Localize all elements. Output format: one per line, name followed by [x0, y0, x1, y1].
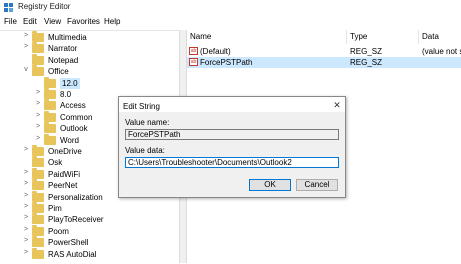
- value-data-field[interactable]: [125, 157, 339, 168]
- registry-editor-icon: [4, 3, 13, 12]
- folder-icon: [32, 65, 44, 77]
- chevron-right-icon[interactable]: >: [22, 226, 30, 233]
- folder-icon: [32, 145, 44, 156]
- cancel-button[interactable]: Cancel: [296, 179, 338, 191]
- folder-icon: [32, 167, 44, 179]
- window-title: Registry Editor: [18, 2, 71, 11]
- tree-node-label: Osk: [48, 158, 63, 168]
- value-name: ForcePSTPath: [200, 58, 253, 67]
- folder-icon: [32, 236, 44, 248]
- chevron-right-icon[interactable]: >: [22, 249, 30, 256]
- tree-node-label: Word: [60, 135, 79, 145]
- menu-favorites[interactable]: Favorites: [67, 17, 100, 26]
- tree-node-label: 12.0: [60, 77, 80, 89]
- chevron-right-icon[interactable]: >: [34, 135, 42, 142]
- folder-icon: [44, 88, 56, 99]
- menu-view[interactable]: View: [44, 17, 61, 26]
- tree-node-label: Access: [60, 101, 86, 111]
- menu-bar: File Edit View Favorites Help: [0, 16, 461, 29]
- tree-node-label: PeerNet: [48, 181, 78, 191]
- tree-node-label: PlayToReceiver: [48, 215, 104, 225]
- chevron-right-icon[interactable]: >: [34, 89, 42, 96]
- tree-node-label: Multimedia: [48, 33, 87, 42]
- folder-icon: [32, 31, 44, 42]
- value-name-label: Value name:: [125, 118, 170, 127]
- tree-node-label: Common: [60, 112, 93, 122]
- tree-node-label: RAS AutoDial: [48, 249, 97, 259]
- title-bar: Registry Editor: [0, 0, 461, 15]
- edit-string-dialog: Edit String ✕ Value name: Value data: OK…: [118, 96, 346, 198]
- value-data-label: Value data:: [125, 146, 165, 155]
- menu-help[interactable]: Help: [104, 17, 120, 26]
- tree-node-label: 8.0: [60, 90, 72, 99]
- folder-icon: [32, 42, 44, 54]
- folder-icon: [32, 213, 44, 225]
- chevron-right-icon[interactable]: >: [22, 43, 30, 50]
- column-header-type[interactable]: Type: [347, 30, 419, 44]
- chevron-right-icon[interactable]: >: [22, 32, 30, 39]
- folder-icon: [32, 202, 44, 213]
- tree-node-label: Poom: [48, 226, 69, 236]
- value-data: (value not set): [422, 47, 461, 56]
- menu-edit[interactable]: Edit: [23, 17, 37, 26]
- folder-icon: [32, 247, 44, 259]
- chevron-right-icon[interactable]: >: [34, 112, 42, 119]
- dialog-title: Edit String: [123, 102, 160, 111]
- tree-node-label: PowerShell: [48, 238, 89, 248]
- value-type: REG_SZ: [350, 47, 383, 56]
- menu-file[interactable]: File: [4, 17, 17, 26]
- chevron-down-icon[interactable]: v: [22, 66, 30, 73]
- folder-icon: [44, 133, 56, 145]
- chevron-right-icon[interactable]: >: [34, 123, 42, 130]
- chevron-right-icon[interactable]: >: [22, 237, 30, 244]
- close-icon[interactable]: ✕: [332, 100, 342, 110]
- ok-button[interactable]: OK: [249, 179, 291, 191]
- chevron-right-icon[interactable]: >: [22, 192, 30, 199]
- folder-icon: [32, 190, 44, 202]
- tree-node-label: Notepad: [48, 55, 79, 65]
- value-type: REG_SZ: [350, 58, 383, 67]
- value-name: (Default): [200, 47, 231, 56]
- value-name-field: [125, 129, 339, 140]
- folder-icon: [32, 53, 44, 65]
- tree-node-label: OneDrive: [48, 147, 82, 156]
- value-row-forcepstpath[interactable]: ab ForcePSTPath REG_SZ: [187, 57, 461, 68]
- folder-icon: [32, 156, 44, 168]
- folder-icon: [44, 122, 56, 134]
- chevron-right-icon[interactable]: >: [34, 100, 42, 107]
- string-value-icon: ab: [189, 47, 198, 55]
- tree-node-label: Pim: [48, 204, 62, 213]
- folder-icon: [44, 76, 56, 88]
- folder-icon: [44, 99, 56, 111]
- tree-node-label: Outlook: [60, 124, 88, 134]
- string-value-icon: ab: [189, 58, 198, 66]
- column-header-name[interactable]: Name: [187, 30, 347, 44]
- column-header-data[interactable]: Data: [419, 30, 461, 44]
- folder-icon: [44, 110, 56, 122]
- tree-node-label: PaidWiFi: [48, 169, 81, 179]
- tree-node-label: Narrator: [48, 44, 78, 54]
- chevron-right-icon[interactable]: >: [22, 203, 30, 210]
- dialog-body: Value name: Value data: OK Cancel: [119, 112, 345, 197]
- chevron-right-icon[interactable]: >: [22, 146, 30, 153]
- tree-node-label: Personalization: [48, 192, 103, 202]
- folder-icon: [32, 179, 44, 191]
- chevron-right-icon[interactable]: >: [22, 180, 30, 187]
- chevron-right-icon[interactable]: >: [22, 214, 30, 221]
- value-row-default[interactable]: ab (Default) REG_SZ (value not set): [187, 46, 461, 57]
- chevron-right-icon[interactable]: >: [22, 169, 30, 176]
- folder-icon: [32, 224, 44, 236]
- tree-node-label: Office: [48, 67, 69, 77]
